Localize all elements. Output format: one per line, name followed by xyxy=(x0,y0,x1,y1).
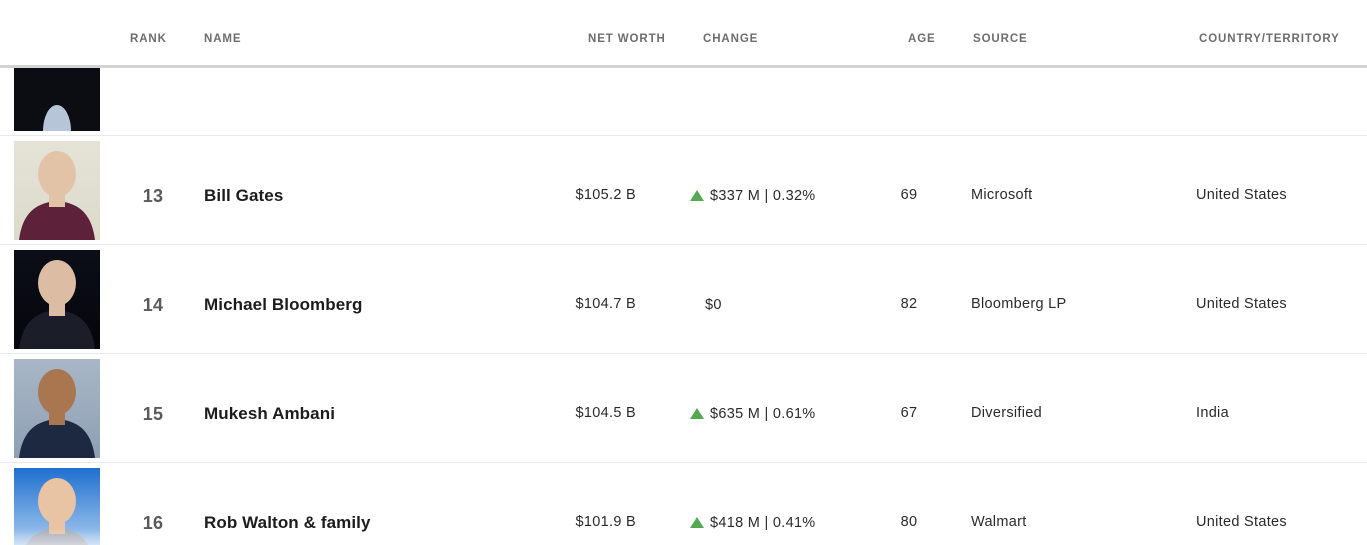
change-up-triangle-icon xyxy=(690,516,704,528)
cell-net-worth: $104.5 B xyxy=(575,405,636,421)
cell-source: Diversified xyxy=(971,405,1042,421)
cell-net-worth: $104.7 B xyxy=(575,296,636,312)
table-row[interactable]: 14 Michael Bloomberg $104.7 B $0 82 Bloomberg… xyxy=(0,245,1367,354)
table-row[interactable] xyxy=(0,68,1367,136)
cell-change: $635 M | 0.61% xyxy=(690,405,816,423)
cell-age: 69 xyxy=(900,187,918,203)
table-body: 13 Bill Gates $105.2 B $337 M | 0.32% 69 Micr… xyxy=(0,68,1367,545)
cell-age: 67 xyxy=(900,405,918,421)
cell-change: $0 xyxy=(705,296,722,314)
column-header-rank[interactable]: RANK xyxy=(130,33,167,45)
column-header-net-worth[interactable]: NET WORTH xyxy=(588,33,666,45)
cell-name[interactable]: Michael Bloomberg xyxy=(204,295,363,315)
table-row[interactable]: 13 Bill Gates $105.2 B $337 M | 0.32% 69 Micr… xyxy=(0,136,1367,245)
avatar[interactable] xyxy=(14,359,100,458)
cell-rank: 13 xyxy=(142,186,164,206)
cell-change: $337 M | 0.32% xyxy=(690,187,816,205)
avatar[interactable] xyxy=(14,250,100,349)
cell-rank: 15 xyxy=(142,404,164,424)
cell-net-worth: $105.2 B xyxy=(575,187,636,203)
column-header-source[interactable]: SOURCE xyxy=(973,33,1028,45)
column-header-change[interactable]: CHANGE xyxy=(703,33,758,45)
cell-net-worth: $101.9 B xyxy=(575,514,636,530)
cell-source: Walmart xyxy=(971,514,1027,530)
table-row-inner xyxy=(0,68,1367,135)
table-body-viewport[interactable]: 13 Bill Gates $105.2 B $337 M | 0.32% 69 Micr… xyxy=(0,68,1367,545)
column-header-name[interactable]: NAME xyxy=(204,33,241,45)
cell-change-label: $0 xyxy=(705,297,722,313)
cell-change-label: $418 M | 0.41% xyxy=(710,515,816,531)
column-header-age[interactable]: AGE xyxy=(908,33,936,45)
cell-age: 82 xyxy=(900,296,918,312)
cell-change-label: $337 M | 0.32% xyxy=(710,188,816,204)
cell-name[interactable]: Rob Walton & family xyxy=(204,513,371,533)
avatar[interactable] xyxy=(14,468,100,545)
avatar[interactable] xyxy=(14,68,100,131)
cell-name[interactable]: Mukesh Ambani xyxy=(204,404,335,424)
table-row[interactable]: 15 Mukesh Ambani $104.5 B $635 M | 0.61% 67 D… xyxy=(0,354,1367,463)
cell-change-label: $635 M | 0.61% xyxy=(710,406,816,422)
billionaires-list-table: RANK NAME NET WORTH CHANGE AGE SOURCE CO… xyxy=(0,0,1367,545)
cell-source: Bloomberg LP xyxy=(971,296,1067,312)
cell-country: United States xyxy=(1196,187,1287,203)
table-row-inner: 16 Rob Walton & family $101.9 B $418 M | 0.… xyxy=(0,463,1367,545)
cell-country: United States xyxy=(1196,514,1287,530)
avatar[interactable] xyxy=(14,141,100,240)
table-header-row: RANK NAME NET WORTH CHANGE AGE SOURCE CO… xyxy=(0,0,1367,68)
cell-country: United States xyxy=(1196,296,1287,312)
table-row-inner: 13 Bill Gates $105.2 B $337 M | 0.32% 69 Micr… xyxy=(0,136,1367,244)
cell-age: 80 xyxy=(900,514,918,530)
cell-country: India xyxy=(1196,405,1229,421)
table-row[interactable]: 16 Rob Walton & family $101.9 B $418 M | 0.… xyxy=(0,463,1367,545)
table-row-inner: 15 Mukesh Ambani $104.5 B $635 M | 0.61% 67 D… xyxy=(0,354,1367,462)
column-header-country[interactable]: COUNTRY/TERRITORY xyxy=(1199,33,1340,45)
change-up-triangle-icon xyxy=(690,407,704,419)
cell-rank: 14 xyxy=(142,295,164,315)
cell-change: $418 M | 0.41% xyxy=(690,514,816,532)
change-up-triangle-icon xyxy=(690,189,704,201)
cell-source: Microsoft xyxy=(971,187,1033,203)
cell-rank: 16 xyxy=(142,513,164,533)
table-row-inner: 14 Michael Bloomberg $104.7 B $0 82 Bloomberg… xyxy=(0,245,1367,353)
cell-name[interactable]: Bill Gates xyxy=(204,186,283,206)
